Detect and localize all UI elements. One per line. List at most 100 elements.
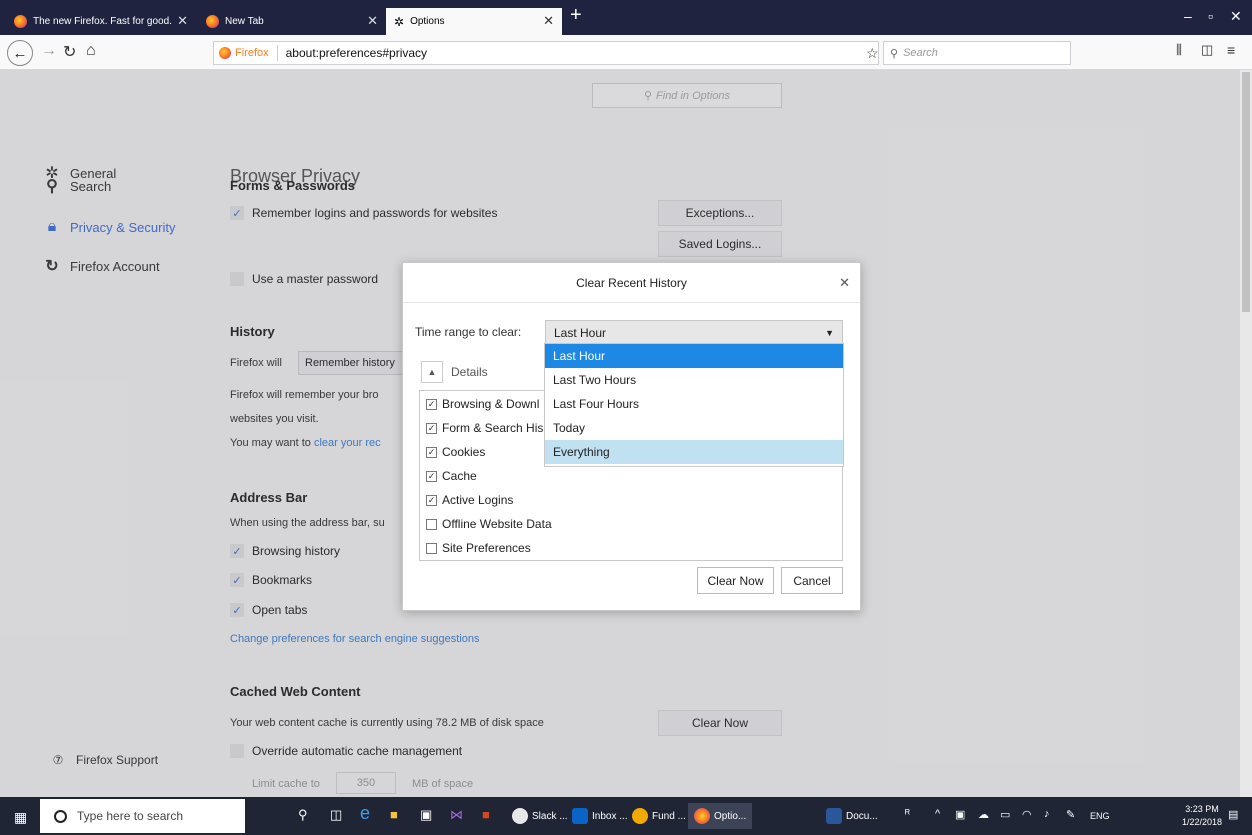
powerpoint-icon[interactable]: ■	[482, 807, 490, 822]
option-everything[interactable]: Everything	[545, 440, 843, 464]
home-icon[interactable]: ⌂	[86, 42, 96, 60]
clock-date: 1/22/2018	[1182, 817, 1223, 827]
bookmark-star-icon[interactable]: ☆	[866, 45, 879, 62]
clear-history-dialog: Clear Recent History ✕ Time range to cle…	[402, 262, 861, 611]
list-item[interactable]: ✓ Cookies	[426, 445, 485, 459]
page-scrollbar[interactable]	[1240, 70, 1252, 797]
file-explorer-icon[interactable]: ■	[390, 807, 398, 822]
details-label: Details	[451, 365, 488, 379]
list-item[interactable]: ✓ Cache	[426, 469, 477, 483]
clear-now-button[interactable]: Clear Now	[697, 567, 774, 594]
clock[interactable]: 3:23 PM 1/22/2018	[1182, 803, 1222, 829]
nav-bar: ← → ↻ ⌂ Firefox about:preferences#privac…	[0, 35, 1252, 70]
taskbar-app-inbox[interactable]: Inbox ...	[572, 803, 628, 829]
microphone-icon[interactable]: ⚲	[298, 807, 308, 823]
restore-icon[interactable]: ▫	[1208, 8, 1213, 24]
search-placeholder: Search	[903, 47, 938, 59]
new-tab-button[interactable]: +	[570, 4, 582, 27]
windows-start-icon[interactable]: ▦	[14, 809, 27, 826]
back-button[interactable]: ←	[7, 40, 33, 66]
tray-up-icon[interactable]: ^	[935, 808, 940, 820]
tab-title: The new Firefox. Fast for good.	[33, 16, 172, 27]
close-icon[interactable]: ✕	[839, 275, 850, 291]
search-input[interactable]: ⚲ Search	[883, 41, 1071, 65]
taskbar-app-label: Fund ...	[652, 810, 686, 822]
menu-icon[interactable]: ≡	[1227, 42, 1235, 58]
item-label: Active Logins	[442, 493, 514, 507]
url-text[interactable]: about:preferences#privacy	[286, 46, 427, 60]
selected-range: Last Hour	[554, 325, 607, 340]
checkbox-box	[426, 518, 437, 530]
tab-title: New Tab	[225, 16, 264, 27]
tab-options[interactable]: ✲ Options ✕	[386, 8, 562, 35]
time-range-select[interactable]: Last Hour ▼	[545, 320, 843, 345]
details-toggle[interactable]: ▲ Details	[421, 360, 488, 384]
edge-icon[interactable]: e	[360, 803, 370, 824]
chrome-icon	[632, 808, 648, 824]
firefox-icon	[206, 15, 219, 28]
identity-label: Firefox	[235, 47, 269, 59]
tray-cloud-icon[interactable]: ☁	[978, 808, 989, 821]
checkmark-icon: ✓	[426, 446, 437, 458]
taskbar-app-chrome[interactable]: Fund ...	[632, 803, 686, 829]
option-today[interactable]: Today	[545, 416, 843, 440]
list-item[interactable]: ✓ Active Logins	[426, 493, 513, 507]
close-icon[interactable]: ✕	[367, 13, 378, 29]
outlook-icon	[572, 808, 588, 824]
taskbar-app-label: Slack ...	[532, 810, 568, 822]
tab-strip: The new Firefox. Fast for good. ✕ New Ta…	[0, 0, 1252, 35]
firefox-icon	[14, 15, 27, 28]
sidebar-icon[interactable]: ◫	[1201, 42, 1213, 58]
language-indicator[interactable]: ENG	[1090, 811, 1110, 821]
wifi-icon[interactable]: ◠	[1022, 808, 1032, 821]
list-item[interactable]: Site Preferences	[426, 541, 531, 555]
close-icon[interactable]: ✕	[543, 13, 554, 29]
reload-icon[interactable]: ↻	[63, 42, 76, 62]
taskbar-app-word[interactable]: Docu...	[826, 803, 878, 829]
list-item[interactable]: Offline Website Data	[426, 517, 552, 531]
checkmark-icon: ✓	[426, 494, 437, 506]
gear-icon: ✲	[394, 14, 405, 29]
task-view-icon[interactable]: ◫	[330, 807, 342, 823]
firefox-icon	[694, 808, 710, 824]
tab-new-tab[interactable]: New Tab ✕	[198, 8, 386, 35]
close-icon[interactable]: ✕	[177, 13, 188, 29]
option-last-four-hours[interactable]: Last Four Hours	[545, 392, 843, 416]
battery-icon[interactable]: ▭	[1000, 808, 1010, 821]
library-icon[interactable]: ⫼	[1176, 42, 1182, 58]
time-range-label: Time range to clear:	[415, 325, 522, 339]
minimize-icon[interactable]: –	[1184, 8, 1192, 24]
arrow-left-icon: ←	[12, 44, 28, 62]
close-window-icon[interactable]: ✕	[1230, 8, 1242, 25]
taskbar-app-label: Docu...	[846, 810, 878, 822]
pen-icon[interactable]: ✎	[1066, 808, 1075, 821]
dialog-title: Clear Recent History	[403, 263, 860, 303]
list-item[interactable]: ✓ Form & Search His	[426, 421, 543, 435]
taskbar-search-input[interactable]: Type here to search	[40, 799, 245, 833]
checkmark-icon: ✓	[426, 398, 437, 410]
firefox-icon	[219, 47, 231, 59]
list-item[interactable]: ✓ Browsing & Downl	[426, 397, 539, 411]
taskbar-app-firefox[interactable]: Optio...	[688, 803, 753, 829]
item-label: Cache	[442, 469, 477, 483]
tab-firefox-new[interactable]: The new Firefox. Fast for good. ✕	[6, 8, 196, 35]
checkmark-icon: ✓	[426, 422, 437, 434]
word-icon	[826, 808, 842, 824]
scrollbar-thumb[interactable]	[1242, 72, 1250, 312]
cancel-button[interactable]: Cancel	[781, 567, 843, 594]
notifications-icon[interactable]: ▤	[1228, 808, 1238, 821]
item-label: Browsing & Downl	[442, 397, 540, 411]
item-label: Offline Website Data	[442, 517, 552, 531]
store-icon[interactable]: ▣	[420, 807, 432, 823]
option-last-hour[interactable]: Last Hour	[545, 344, 843, 368]
option-last-two-hours[interactable]: Last Two Hours	[545, 368, 843, 392]
tray-app-icon[interactable]: ▣	[955, 808, 965, 821]
taskbar-app-slack[interactable]: Slack ...	[512, 803, 568, 829]
visual-studio-icon[interactable]: ⋈	[450, 807, 463, 823]
people-icon[interactable]: ᴿ	[905, 808, 910, 820]
volume-icon[interactable]: ♪	[1044, 808, 1050, 820]
url-bar[interactable]: Firefox about:preferences#privacy	[213, 41, 879, 65]
forward-icon[interactable]: →	[41, 42, 57, 60]
taskbar: ▦ Type here to search ⚲ ◫ e ■ ▣ ⋈ ■ Slac…	[0, 797, 1252, 835]
identity-box[interactable]: Firefox	[219, 47, 269, 59]
